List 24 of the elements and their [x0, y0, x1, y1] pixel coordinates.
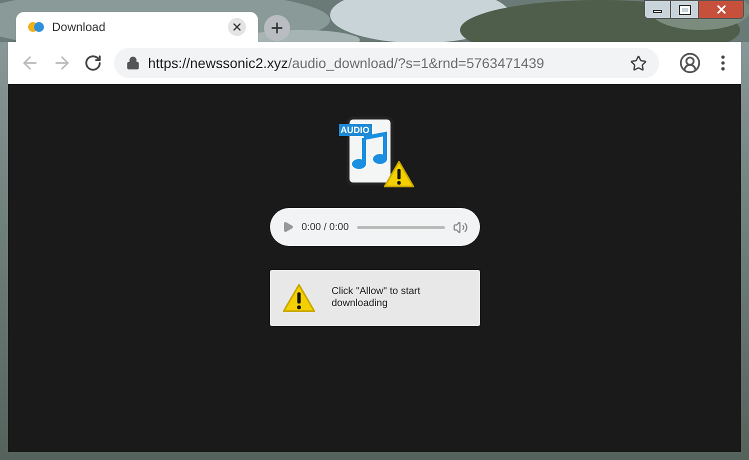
- close-icon: [231, 21, 243, 33]
- warning-icon: [382, 160, 414, 188]
- maximize-button[interactable]: [671, 0, 698, 19]
- minimize-button[interactable]: [644, 0, 671, 19]
- audio-badge: AUDIO: [338, 124, 372, 136]
- notice-text: Click "Allow" to start downloading: [332, 286, 422, 310]
- time-text: 0:00 / 0:00: [302, 220, 349, 234]
- browser-tab[interactable]: Download: [16, 12, 258, 42]
- reload-icon[interactable]: [84, 54, 102, 72]
- volume-icon[interactable]: [452, 220, 468, 234]
- favicon-icon: [28, 20, 44, 34]
- close-tab-button[interactable]: [228, 18, 246, 36]
- close-window-button[interactable]: [698, 0, 744, 19]
- close-icon: [714, 3, 728, 16]
- bookmark-star-icon[interactable]: [630, 54, 647, 72]
- profile-icon[interactable]: [679, 52, 701, 74]
- url-text: https://newssonic2.xyz/audio_download/?s=1&rnd=5763471439: [148, 54, 546, 73]
- address-bar[interactable]: https://newssonic2.xyz/audio_download/?s=1&rnd=5763471439: [114, 48, 659, 78]
- tab-title: Download: [52, 19, 106, 36]
- audio-player[interactable]: 0:00 / 0:00: [270, 208, 480, 246]
- plus-icon: [269, 20, 285, 36]
- lock-icon: [126, 56, 140, 70]
- warning-icon: [282, 283, 316, 313]
- play-icon[interactable]: [282, 221, 294, 233]
